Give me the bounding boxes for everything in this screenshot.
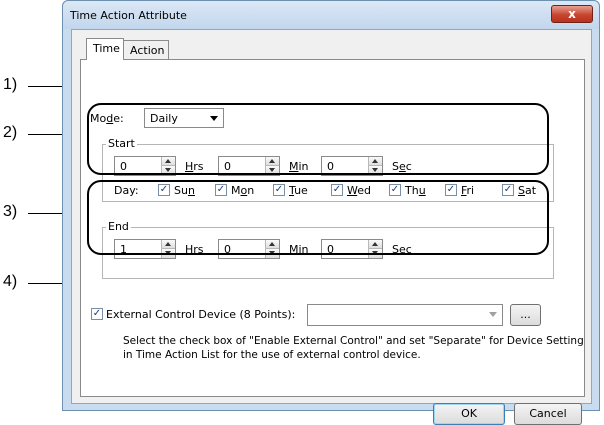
external-control-checkbox[interactable]: ✓ xyxy=(91,308,103,320)
tab-time[interactable]: Time xyxy=(86,38,124,60)
callout-1: 1) xyxy=(3,76,18,93)
title-bar[interactable]: Time Action Attribute x xyxy=(63,1,599,29)
annotation-oval-end xyxy=(87,180,549,255)
external-note-line1: Select the check box of "Enable External… xyxy=(123,335,584,347)
close-icon: x xyxy=(568,7,576,21)
window-title: Time Action Attribute xyxy=(70,9,187,22)
external-control-label: External Control Device (8 Points): xyxy=(106,308,296,321)
annotation-oval-start xyxy=(87,103,549,175)
chevron-down-icon xyxy=(489,312,497,317)
callout-4: 4) xyxy=(3,273,18,290)
browse-button[interactable]: ... xyxy=(510,304,541,326)
ok-button[interactable]: OK xyxy=(433,403,505,425)
close-button[interactable]: x xyxy=(551,5,593,23)
external-note-line2: in Time Action List for the use of exter… xyxy=(123,349,421,361)
external-device-select[interactable] xyxy=(307,304,503,326)
cancel-button[interactable]: Cancel xyxy=(514,403,582,425)
tab-action[interactable]: Action xyxy=(123,40,169,60)
callout-3: 3) xyxy=(3,203,18,220)
callout-2: 2) xyxy=(3,124,18,141)
